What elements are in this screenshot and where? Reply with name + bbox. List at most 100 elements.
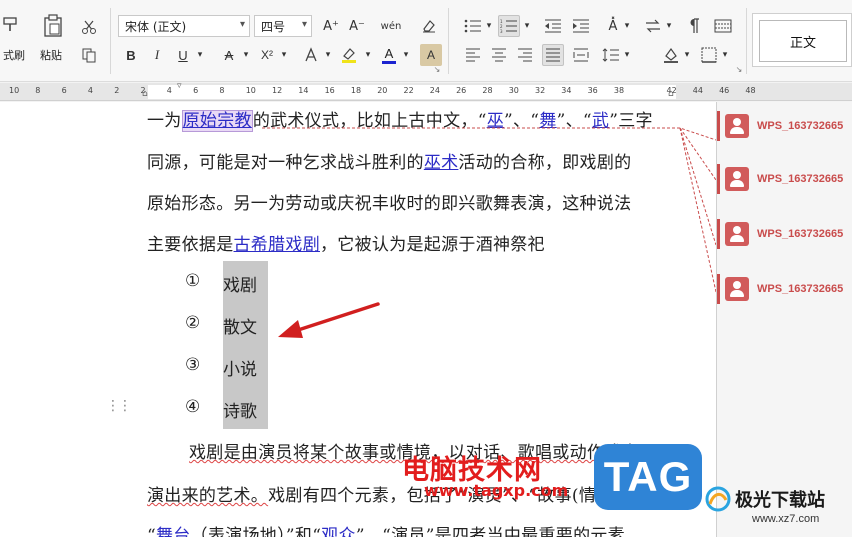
comment-card[interactable]: WPS_163732665 [717, 108, 852, 144]
text-run: ”、“ [504, 111, 540, 131]
chevron-down-icon[interactable]: ▾ [720, 48, 730, 62]
link-stage[interactable]: 舞台 [156, 526, 191, 537]
link-wu-shaman[interactable]: 巫 [487, 111, 504, 131]
font-color-button[interactable]: A [378, 44, 400, 66]
link-audience[interactable]: 观众 [321, 526, 356, 537]
chevron-down-icon[interactable]: ▾ [194, 48, 206, 62]
ruler-tick-label: 26 [456, 86, 467, 95]
paragraph-shading-icon[interactable] [660, 44, 682, 66]
text-run: 一为 [147, 111, 182, 131]
ruler-tick-label: 14 [298, 86, 309, 95]
chevron-down-icon[interactable]: ▾ [322, 48, 334, 62]
chevron-down-icon[interactable]: ▾ [664, 19, 674, 33]
left-indent-marker[interactable]: ⌂ [142, 89, 148, 99]
comment-accent-bar [717, 164, 720, 194]
chevron-down-icon[interactable]: ▾ [400, 48, 412, 62]
comment-card[interactable]: WPS_163732665 [717, 216, 852, 252]
link-wu-martial[interactable]: 武 [592, 111, 609, 131]
chevron-down-icon[interactable]: ▾ [484, 19, 494, 33]
link-greek-drama[interactable]: 古希腊戏剧 [234, 235, 321, 255]
chevron-down-icon[interactable]: ▾ [622, 48, 632, 62]
ruler-tick-label: 34 [561, 86, 572, 95]
comment-card[interactable]: WPS_163732665 [717, 271, 852, 307]
text-run: ”三字 [609, 111, 653, 131]
list-item-poetry[interactable]: 诗歌 [223, 397, 257, 422]
chevron-down-icon[interactable]: ▾ [278, 48, 290, 62]
chevron-down-icon[interactable]: ▾ [362, 48, 374, 62]
align-center-icon[interactable] [488, 44, 510, 66]
list-number: ④ [185, 397, 201, 417]
chevron-down-icon[interactable]: ▾ [622, 19, 632, 33]
font-size-select[interactable]: 四号 ▾ [254, 15, 312, 37]
dialog-launcher-icon[interactable]: ↘ [734, 64, 744, 74]
wps-writer-window: 式刷 粘贴 宋体 (正文) ▾ 四号 ▾ A⁺ A⁻ wén B I U ▾ A… [0, 0, 852, 537]
dialog-launcher-icon[interactable]: ↘ [432, 64, 442, 74]
ruler-tick-label: 10 [245, 86, 256, 95]
strikethrough-button[interactable]: A [218, 44, 240, 66]
italic-button[interactable]: I [146, 44, 168, 66]
list-item-drama[interactable]: 戏剧 [223, 271, 257, 296]
bold-button[interactable]: B [120, 44, 142, 66]
first-line-indent-marker[interactable]: ▿ [177, 81, 182, 91]
line-spacing-icon[interactable] [600, 44, 622, 66]
font-name-select[interactable]: 宋体 (正文) ▾ [118, 15, 250, 37]
paragraph-line-6: 演出来的艺术。戏剧有四个元素，包括了“演员”、“故事(情境)”、 [147, 481, 647, 506]
paste-icon[interactable] [40, 12, 66, 40]
link-wu-dance[interactable]: 舞 [539, 111, 556, 131]
shrink-font-icon[interactable]: A⁻ [346, 15, 368, 37]
comment-card[interactable]: WPS_163732665 [717, 161, 852, 197]
text-direction-icon[interactable] [642, 15, 664, 37]
comment-accent-bar [717, 219, 720, 249]
user-avatar-icon [725, 114, 749, 138]
numbering-icon[interactable]: 123 [498, 15, 520, 37]
ruler-tick-label: 4 [166, 86, 172, 95]
table-tools-icon[interactable] [712, 15, 734, 37]
clear-format-icon[interactable] [418, 15, 440, 37]
drag-handle-icon[interactable]: ⋮⋮ [106, 398, 132, 414]
ruler-tick-label: 6 [61, 86, 67, 95]
list-item-prose[interactable]: 散文 [223, 313, 257, 338]
commented-text-primitive-religion[interactable]: 原始宗教 [181, 110, 253, 132]
align-left-icon[interactable] [462, 44, 484, 66]
borders-icon[interactable] [698, 44, 720, 66]
horizontal-ruler[interactable]: 10 8 6 4 2 2 4 6 8 10 12 14 16 18 20 22 24 26 28 30 32 34 36 38… [0, 81, 852, 101]
format-painter-icon[interactable] [0, 14, 22, 36]
increase-indent-icon[interactable] [570, 15, 592, 37]
superscript-button[interactable]: X² [256, 44, 278, 66]
character-shading-button[interactable]: A [420, 44, 442, 66]
paste-label[interactable]: 粘贴 [34, 48, 68, 62]
format-painter-label[interactable]: 式刷 [0, 48, 28, 62]
link-shamanism[interactable]: 巫术 [424, 153, 459, 173]
style-normal-button[interactable]: 正文 [759, 20, 847, 62]
copy-icon[interactable] [78, 44, 100, 66]
right-indent-marker[interactable]: ⌂ [668, 89, 674, 99]
comment-author: WPS_163732665 [757, 173, 844, 185]
decrease-indent-icon[interactable] [542, 15, 564, 37]
text-run: ”、“ [556, 111, 592, 131]
show-marks-icon[interactable] [684, 15, 706, 37]
list-item-novel[interactable]: 小说 [223, 355, 257, 380]
bullets-icon[interactable] [462, 15, 484, 37]
grow-font-icon[interactable]: A⁺ [320, 15, 342, 37]
change-case-icon[interactable]: A̽ [602, 15, 624, 37]
highlight-icon[interactable] [338, 44, 360, 66]
cut-icon[interactable] [78, 16, 100, 38]
chevron-down-icon[interactable]: ▾ [522, 19, 532, 33]
distributed-align-icon[interactable] [570, 44, 592, 66]
chevron-down-icon[interactable]: ▾ [682, 48, 692, 62]
chevron-down-icon[interactable]: ▾ [240, 48, 252, 62]
align-right-icon[interactable] [514, 44, 536, 66]
comments-pane: WPS_163732665 WPS_163732665 WPS_16373266… [716, 102, 852, 537]
paragraph-line-7: “舞台（表演场地）”和“观众”。“演员”是四者当中最重要的元素， [147, 521, 642, 537]
pinyin-guide-icon[interactable]: wén [374, 15, 408, 37]
font-name-value: 宋体 (正文) [125, 19, 187, 34]
ribbon-divider [746, 8, 747, 74]
ribbon-divider [448, 8, 449, 74]
comment-author: WPS_163732665 [757, 228, 844, 240]
watermark-tag-logo: TAG [594, 444, 702, 510]
text-run: 的武术仪式，比如上古中文，“ [252, 111, 487, 131]
ruler-tick-label: 44 [692, 86, 703, 95]
underline-button[interactable]: U [172, 44, 194, 66]
text-effect-icon[interactable] [300, 44, 322, 66]
justify-icon[interactable] [542, 44, 564, 66]
